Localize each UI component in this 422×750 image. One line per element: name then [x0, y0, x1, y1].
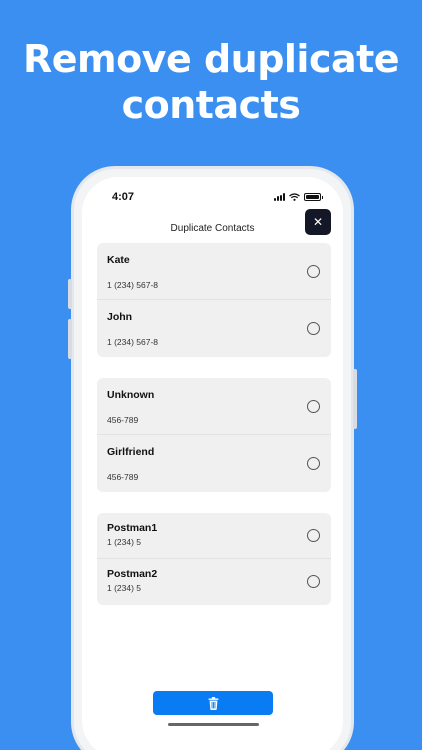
trash-icon [208, 696, 218, 710]
duplicate-group-3: Postman1 1 (234) 5 Postman2 1 (234) 5 [97, 513, 331, 605]
phone-screen: 4:07 Duplicate Contacts ✕ Kate 1 (234) 5… [82, 177, 343, 750]
phone-side-button [68, 279, 72, 309]
contact-name: Postman2 [107, 568, 158, 580]
headline-line-2: contacts [121, 83, 301, 127]
contact-phone: 1 (234) 567-8 [107, 280, 159, 290]
wifi-icon [289, 193, 300, 201]
delete-button[interactable] [153, 691, 273, 715]
status-icons [274, 193, 323, 201]
phone-power-button [353, 369, 357, 429]
headline-line-1: Remove duplicate [22, 37, 400, 81]
close-button[interactable]: ✕ [305, 209, 331, 235]
contact-row[interactable]: Unknown 456-789 [97, 378, 331, 435]
phone-volume-button [68, 319, 72, 359]
select-radio[interactable] [307, 265, 320, 278]
contact-row[interactable]: John 1 (234) 567-8 [97, 300, 331, 357]
select-radio[interactable] [307, 400, 320, 413]
contact-name: Unknown [107, 389, 155, 401]
contact-name: Girlfriend [107, 446, 155, 458]
phone-frame: 4:07 Duplicate Contacts ✕ Kate 1 (234) 5… [68, 166, 357, 750]
contact-row[interactable]: Postman1 1 (234) 5 [97, 513, 331, 559]
signal-icon [274, 193, 285, 201]
home-indicator [168, 723, 259, 726]
contact-name: Postman1 [107, 522, 158, 534]
contact-row[interactable]: Kate 1 (234) 567-8 [97, 243, 331, 300]
status-bar: 4:07 [82, 191, 343, 207]
contact-phone: 1 (234) 567-8 [107, 337, 159, 347]
contact-phone: 1 (234) 5 [107, 583, 142, 593]
contact-row[interactable]: Girlfriend 456-789 [97, 435, 331, 492]
select-radio[interactable] [307, 529, 320, 542]
close-icon: ✕ [312, 215, 324, 229]
headline: Remove duplicate contacts [0, 36, 422, 128]
contact-phone: 456-789 [107, 415, 139, 425]
contact-phone: 456-789 [107, 472, 139, 482]
select-radio[interactable] [307, 575, 320, 588]
battery-icon [304, 193, 323, 201]
select-radio[interactable] [307, 457, 320, 470]
page-title: Duplicate Contacts [170, 223, 255, 234]
duplicate-group-2: Unknown 456-789 Girlfriend 456-789 [97, 378, 331, 492]
select-radio[interactable] [307, 322, 320, 335]
contact-row[interactable]: Postman2 1 (234) 5 [97, 559, 331, 605]
contact-name: John [107, 311, 133, 323]
status-time: 4:07 [112, 191, 135, 203]
contact-phone: 1 (234) 5 [107, 537, 142, 547]
duplicate-group-1: Kate 1 (234) 567-8 John 1 (234) 567-8 [97, 243, 331, 357]
contact-name: Kate [107, 254, 130, 266]
